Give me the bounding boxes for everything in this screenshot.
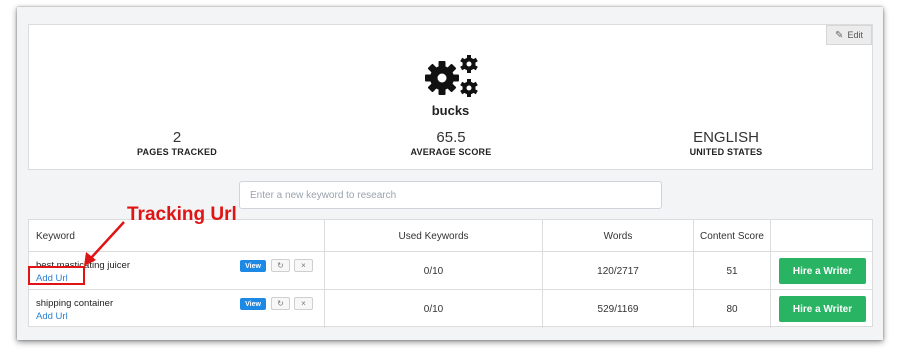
keyword-text: shipping container [36,298,114,309]
annotation-highlight-box [28,266,85,285]
refresh-icon: ↻ [277,261,284,270]
keyword-cell: shipping container Add Url View ↻ × [29,290,325,328]
refresh-button[interactable]: ↻ [271,297,290,310]
header-words: Words [543,220,694,252]
actions-cell: Hire a Writer [771,252,874,290]
words-cell: 120/2717 [543,252,694,290]
edit-button[interactable]: ✎ Edit [826,25,872,45]
stat-average-score: 65.5 AVERAGE SCORE [371,129,531,158]
stat-value: 2 [172,129,182,146]
hire-writer-button[interactable]: Hire a Writer [779,258,866,284]
header-used-keywords: Used Keywords [325,220,543,252]
stat-label: UNITED STATES [689,147,763,157]
remove-button[interactable]: × [294,259,313,272]
edit-label: Edit [847,30,863,40]
add-url-link[interactable]: Add Url [36,311,68,322]
stat-value: ENGLISH [693,129,759,146]
hire-writer-button[interactable]: Hire a Writer [779,296,866,322]
close-icon: × [301,261,306,270]
gears-icon [425,55,478,97]
remove-button[interactable]: × [294,297,313,310]
annotation-label: Tracking Url [127,204,237,225]
content-score-cell: 80 [694,290,771,328]
used-keywords-cell: 0/10 [325,290,543,328]
actions-cell: Hire a Writer [771,290,874,328]
keyword-table: Keyword Used Keywords Words Content Scor… [28,219,874,328]
words-cell: 529/1169 [543,290,694,328]
stat-label: PAGES TRACKED [137,147,217,157]
used-keywords-cell: 0/10 [325,252,543,290]
view-button[interactable]: View [240,260,266,272]
project-summary-card: ✎ Edit bucks 2 PAGES TRACKED 65.5 AVERAG… [28,24,873,170]
content-score-cell: 51 [694,252,771,290]
table-row: shipping container Add Url View ↻ × 0/10… [29,290,872,328]
stat-language-region: ENGLISH UNITED STATES [646,129,806,158]
stat-value: 65.5 [436,129,466,146]
stat-pages-tracked: 2 PAGES TRACKED [97,129,257,158]
table-row: best masticating juicer Add Url View ↻ ×… [29,252,872,290]
view-button[interactable]: View [240,298,266,310]
keyword-research-input[interactable] [239,181,662,209]
refresh-icon: ↻ [277,299,284,308]
close-icon: × [301,299,306,308]
refresh-button[interactable]: ↻ [271,259,290,272]
header-content-score: Content Score [694,220,771,252]
project-name: bucks [431,103,470,118]
header-actions [771,220,874,252]
pencil-icon: ✎ [835,29,844,41]
stat-label: AVERAGE SCORE [410,147,492,157]
